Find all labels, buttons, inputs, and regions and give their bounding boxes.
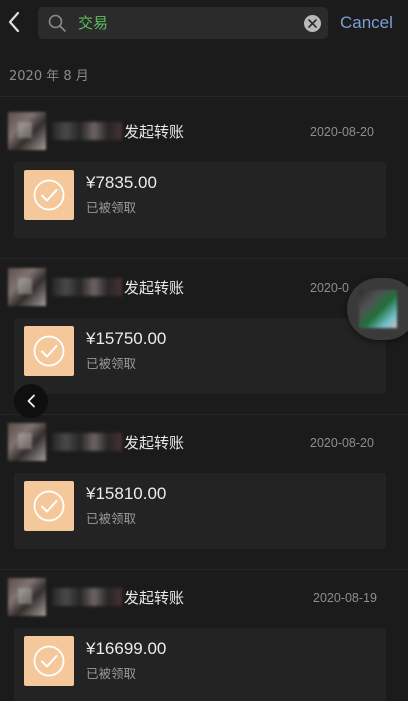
transfer-record[interactable]: 发起转账 2020-0 ¥15750.00 已被领取 [0, 268, 408, 418]
transfer-status: 已被领取 [86, 356, 137, 371]
sender-name-redacted [52, 278, 122, 296]
record-separator [0, 569, 408, 570]
check-circle-icon [33, 335, 65, 367]
sender-name-redacted [52, 433, 122, 451]
search-icon [48, 14, 66, 32]
transfer-card[interactable]: ¥15750.00 已被领取 [14, 318, 386, 394]
record-title: 发起转账 [124, 434, 185, 452]
cancel-button[interactable]: Cancel [340, 9, 393, 37]
avatar [8, 268, 46, 306]
transfer-amount: ¥16699.00 [86, 639, 167, 658]
transfer-card[interactable]: ¥15810.00 已被领取 [14, 473, 386, 549]
transfer-status: 已被领取 [86, 511, 137, 526]
clear-icon [308, 19, 317, 28]
transfer-received-icon-tile [24, 481, 74, 531]
avatar [8, 578, 46, 616]
search-input[interactable]: 交易 [38, 7, 328, 39]
check-circle-icon [33, 490, 65, 522]
avatar [8, 423, 46, 461]
transfer-record[interactable]: 发起转账 2020-08-20 ¥7835.00 已被领取 [0, 112, 408, 262]
transfer-record[interactable]: 发起转账 2020-08-19 ¥16699.00 已被领取 [0, 578, 408, 701]
sender-name-redacted [52, 122, 122, 140]
floating-back-button[interactable] [14, 384, 48, 418]
record-date: 2020-0 [310, 281, 349, 295]
chevron-left-icon [27, 394, 35, 408]
avatar [8, 112, 46, 150]
top-bar: 交易 Cancel [0, 0, 408, 48]
record-title: 发起转账 [124, 589, 185, 607]
transfer-received-icon-tile [24, 170, 74, 220]
month-section-header: 2020 年 8 月 [9, 69, 89, 84]
record-date: 2020-08-19 [313, 591, 377, 605]
transfer-amount: ¥7835.00 [86, 173, 157, 192]
record-title: 发起转账 [124, 123, 185, 141]
section-divider [0, 96, 408, 97]
transfer-amount: ¥15750.00 [86, 329, 167, 348]
record-separator [0, 258, 408, 259]
floating-window-thumbnail [359, 290, 397, 328]
record-separator [0, 414, 408, 415]
transfer-status: 已被领取 [86, 666, 137, 681]
transfer-record[interactable]: 发起转账 2020-08-20 ¥15810.00 已被领取 [0, 423, 408, 573]
record-title: 发起转账 [124, 279, 185, 297]
transfer-card[interactable]: ¥7835.00 已被领取 [14, 162, 386, 238]
transfer-card[interactable]: ¥16699.00 已被领取 [14, 628, 386, 701]
back-button[interactable] [0, 6, 28, 38]
sender-name-redacted [52, 588, 122, 606]
transfer-status: 已被领取 [86, 200, 137, 215]
check-circle-icon [33, 179, 65, 211]
check-circle-icon [33, 645, 65, 677]
search-query: 交易 [78, 14, 109, 32]
chevron-left-icon [8, 11, 20, 33]
record-date: 2020-08-20 [310, 436, 374, 450]
clear-button[interactable] [304, 15, 321, 32]
floating-window-bubble[interactable] [347, 278, 408, 340]
transfer-received-icon-tile [24, 636, 74, 686]
transfer-received-icon-tile [24, 326, 74, 376]
record-date: 2020-08-20 [310, 125, 374, 139]
transfer-amount: ¥15810.00 [86, 484, 167, 503]
